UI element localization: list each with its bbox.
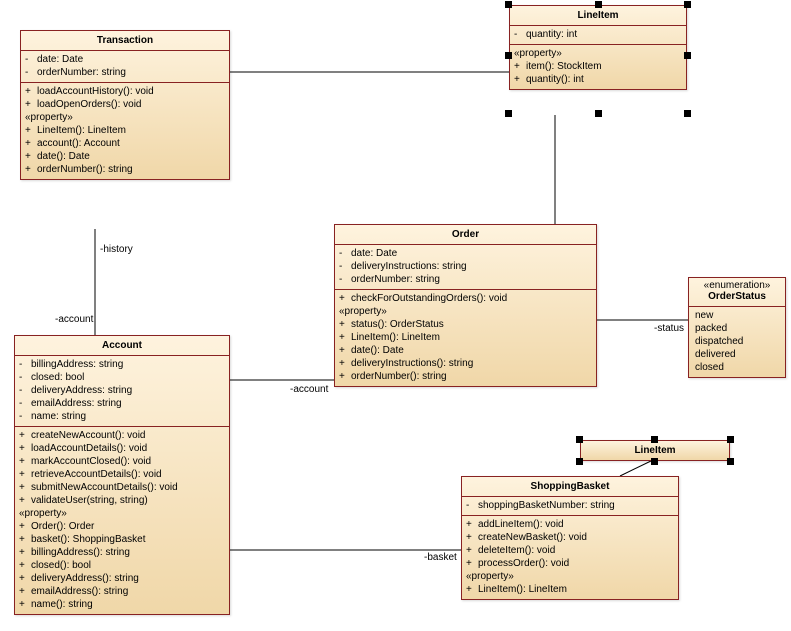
selection-handle[interactable] [505, 52, 512, 59]
operations: +addLineItem(): void +createNewBasket():… [462, 516, 678, 599]
class-title: ShoppingBasket [462, 477, 678, 497]
selection-handle[interactable] [505, 1, 512, 8]
class-order[interactable]: Order -date: Date -deliveryInstructions:… [334, 224, 597, 387]
attributes: -billingAddress: string -closed: bool -d… [15, 356, 229, 427]
attributes: -date: Date -orderNumber: string [21, 51, 229, 83]
selection-handle[interactable] [595, 110, 602, 117]
assoc-label-history: -history [100, 244, 133, 255]
assoc-label-account: -account [55, 314, 93, 325]
attributes: -quantity: int [510, 26, 686, 45]
class-title: Order [335, 225, 596, 245]
assoc-label-status: -status [654, 323, 684, 334]
selection-handle[interactable] [684, 1, 691, 8]
assoc-label-basket: -basket [424, 552, 457, 563]
assoc-label-account-order: -account [290, 384, 328, 395]
class-account[interactable]: Account -billingAddress: string -closed:… [14, 335, 230, 615]
selection-handle[interactable] [684, 110, 691, 117]
class-shoppingbasket[interactable]: ShoppingBasket -shoppingBasketNumber: st… [461, 476, 679, 600]
class-title: Account [15, 336, 229, 356]
selection-handle[interactable] [576, 458, 583, 465]
class-title: OrderStatus [689, 291, 785, 307]
stereotype: «enumeration» [689, 278, 785, 291]
selection-handle[interactable] [684, 52, 691, 59]
class-transaction[interactable]: Transaction -date: Date -orderNumber: st… [20, 30, 230, 180]
uml-diagram-canvas[interactable]: { "classes": { "transaction": { "name": … [0, 0, 791, 631]
selection-handle[interactable] [727, 436, 734, 443]
selection-handle[interactable] [651, 436, 658, 443]
class-orderstatus[interactable]: «enumeration» OrderStatus new packed dis… [688, 277, 786, 378]
class-lineitem-top[interactable]: LineItem -quantity: int «property» +item… [509, 5, 687, 90]
selection-handle[interactable] [576, 436, 583, 443]
class-title: LineItem [510, 6, 686, 26]
selection-handle[interactable] [595, 1, 602, 8]
operations: «property» +item(): StockItem +quantity(… [510, 45, 686, 89]
attributes: -shoppingBasketNumber: string [462, 497, 678, 516]
attributes: -date: Date -deliveryInstructions: strin… [335, 245, 596, 290]
selection-handle[interactable] [651, 458, 658, 465]
selection-handle[interactable] [505, 110, 512, 117]
operations: +createNewAccount(): void +loadAccountDe… [15, 427, 229, 614]
selection-handle[interactable] [727, 458, 734, 465]
enum-values: new packed dispatched delivered closed [689, 307, 785, 377]
class-title: Transaction [21, 31, 229, 51]
operations: +loadAccountHistory(): void +loadOpenOrd… [21, 83, 229, 179]
operations: +checkForOutstandingOrders(): void «prop… [335, 290, 596, 386]
